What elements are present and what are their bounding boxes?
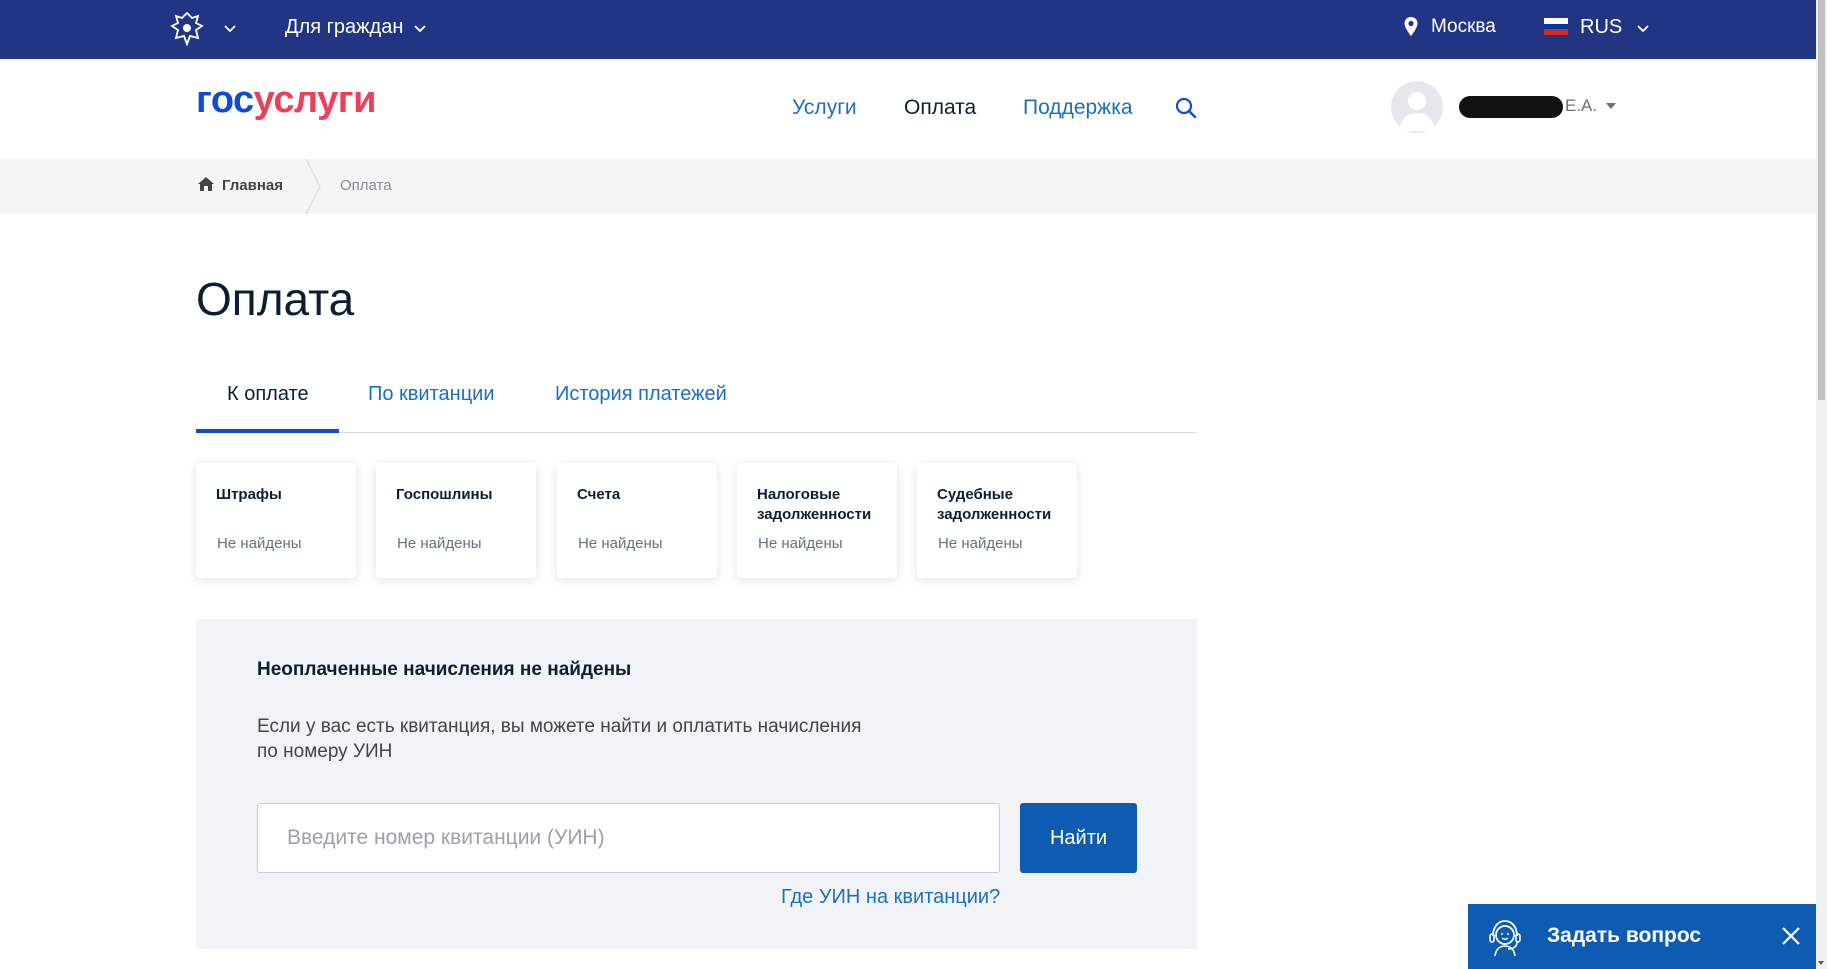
payment-tabs: К оплате По квитанции История платежей — [196, 380, 1197, 433]
card-title: Госпошлины — [396, 486, 493, 503]
card-bills[interactable]: Счета Не найдены — [557, 463, 717, 578]
card-status: Не найдены — [578, 535, 663, 552]
card-title: Штрафы — [216, 486, 282, 503]
breadcrumb-current: Оплата — [340, 177, 392, 194]
redacted-user-name — [1459, 96, 1563, 118]
panel-description: Если у вас есть квитанция, вы можете най… — [257, 714, 917, 764]
panel-title: Неоплаченные начисления не найдены — [257, 659, 632, 680]
top-bar: Для граждан Москва RUS — [0, 0, 1816, 59]
close-icon[interactable] — [1780, 925, 1802, 947]
scroll-down-arrow-icon[interactable] — [1818, 961, 1824, 965]
card-status: Не найдены — [758, 535, 843, 552]
panel-description-line-1: Если у вас есть квитанция, вы можете най… — [257, 716, 862, 737]
scrollbar-thumb[interactable] — [1818, 0, 1825, 400]
search-icon[interactable] — [1175, 97, 1197, 119]
ask-question-widget[interactable]: Задать вопрос — [1468, 904, 1816, 969]
main-header: госуслуги Услуги Оплата Поддержка Е.А. — [0, 59, 1816, 159]
chevron-down-icon[interactable] — [413, 22, 427, 36]
page-title: Оплата — [196, 273, 355, 325]
user-silhouette-icon — [1399, 92, 1435, 131]
user-initials[interactable]: Е.А. — [1565, 96, 1597, 116]
coat-of-arms-icon[interactable] — [168, 10, 206, 48]
gosuslugi-logo[interactable]: госуслуги — [196, 79, 376, 122]
panel-description-line-2: по номеру УИН — [257, 741, 393, 762]
breadcrumb-home-link[interactable]: Главная — [222, 177, 283, 194]
breadcrumb-separator — [305, 159, 321, 214]
card-title: Судебные задолженности — [937, 486, 1052, 523]
chevron-down-icon[interactable] — [223, 22, 237, 36]
uin-input[interactable] — [257, 803, 1000, 873]
chevron-down-icon[interactable] — [1636, 22, 1650, 36]
card-title: Счета — [577, 486, 621, 503]
russia-flag-icon[interactable] — [1544, 18, 1568, 35]
page-scrollbar[interactable] — [1816, 0, 1827, 969]
card-title: Налоговые задолженности — [757, 486, 872, 523]
user-menu-caret-icon[interactable] — [1606, 103, 1616, 109]
where-is-uin-link[interactable]: Где УИН на квитанции? — [781, 886, 1000, 909]
avatar[interactable] — [1391, 81, 1443, 133]
card-status: Не найдены — [397, 535, 482, 552]
language-selector[interactable]: RUS — [1580, 16, 1622, 39]
breadcrumb: Главная Оплата — [0, 159, 1816, 214]
home-icon[interactable] — [197, 176, 215, 192]
logo-part-gos: гос — [196, 79, 254, 121]
map-pin-icon[interactable] — [1403, 16, 1419, 38]
find-button[interactable]: Найти — [1020, 803, 1137, 873]
city-selector[interactable]: Москва — [1431, 16, 1496, 38]
active-tab-indicator — [196, 429, 339, 433]
tab-by-receipt[interactable]: По квитанции — [368, 383, 495, 406]
logo-part-uslugi: услуги — [253, 79, 377, 121]
card-court-debts[interactable]: Судебные задолженности Не найдены — [917, 463, 1077, 578]
support-agent-icon — [1489, 920, 1521, 957]
card-tax-debts[interactable]: Налоговые задолженности Не найдены — [737, 463, 897, 578]
nav-services[interactable]: Услуги — [792, 96, 857, 120]
no-charges-panel: Неоплаченные начисления не найдены Если … — [196, 619, 1197, 949]
nav-support[interactable]: Поддержка — [1023, 96, 1133, 120]
card-state-duties[interactable]: Госпошлины Не найдены — [376, 463, 536, 578]
tab-payment-history[interactable]: История платежей — [555, 383, 727, 406]
tab-to-pay[interactable]: К оплате — [227, 383, 309, 406]
nav-payment[interactable]: Оплата — [904, 96, 976, 120]
card-fines[interactable]: Штрафы Не найдены — [196, 463, 356, 578]
audience-selector[interactable]: Для граждан — [285, 16, 403, 39]
ask-question-label[interactable]: Задать вопрос — [1547, 924, 1701, 948]
card-status: Не найдены — [217, 535, 302, 552]
card-status: Не найдены — [938, 535, 1023, 552]
